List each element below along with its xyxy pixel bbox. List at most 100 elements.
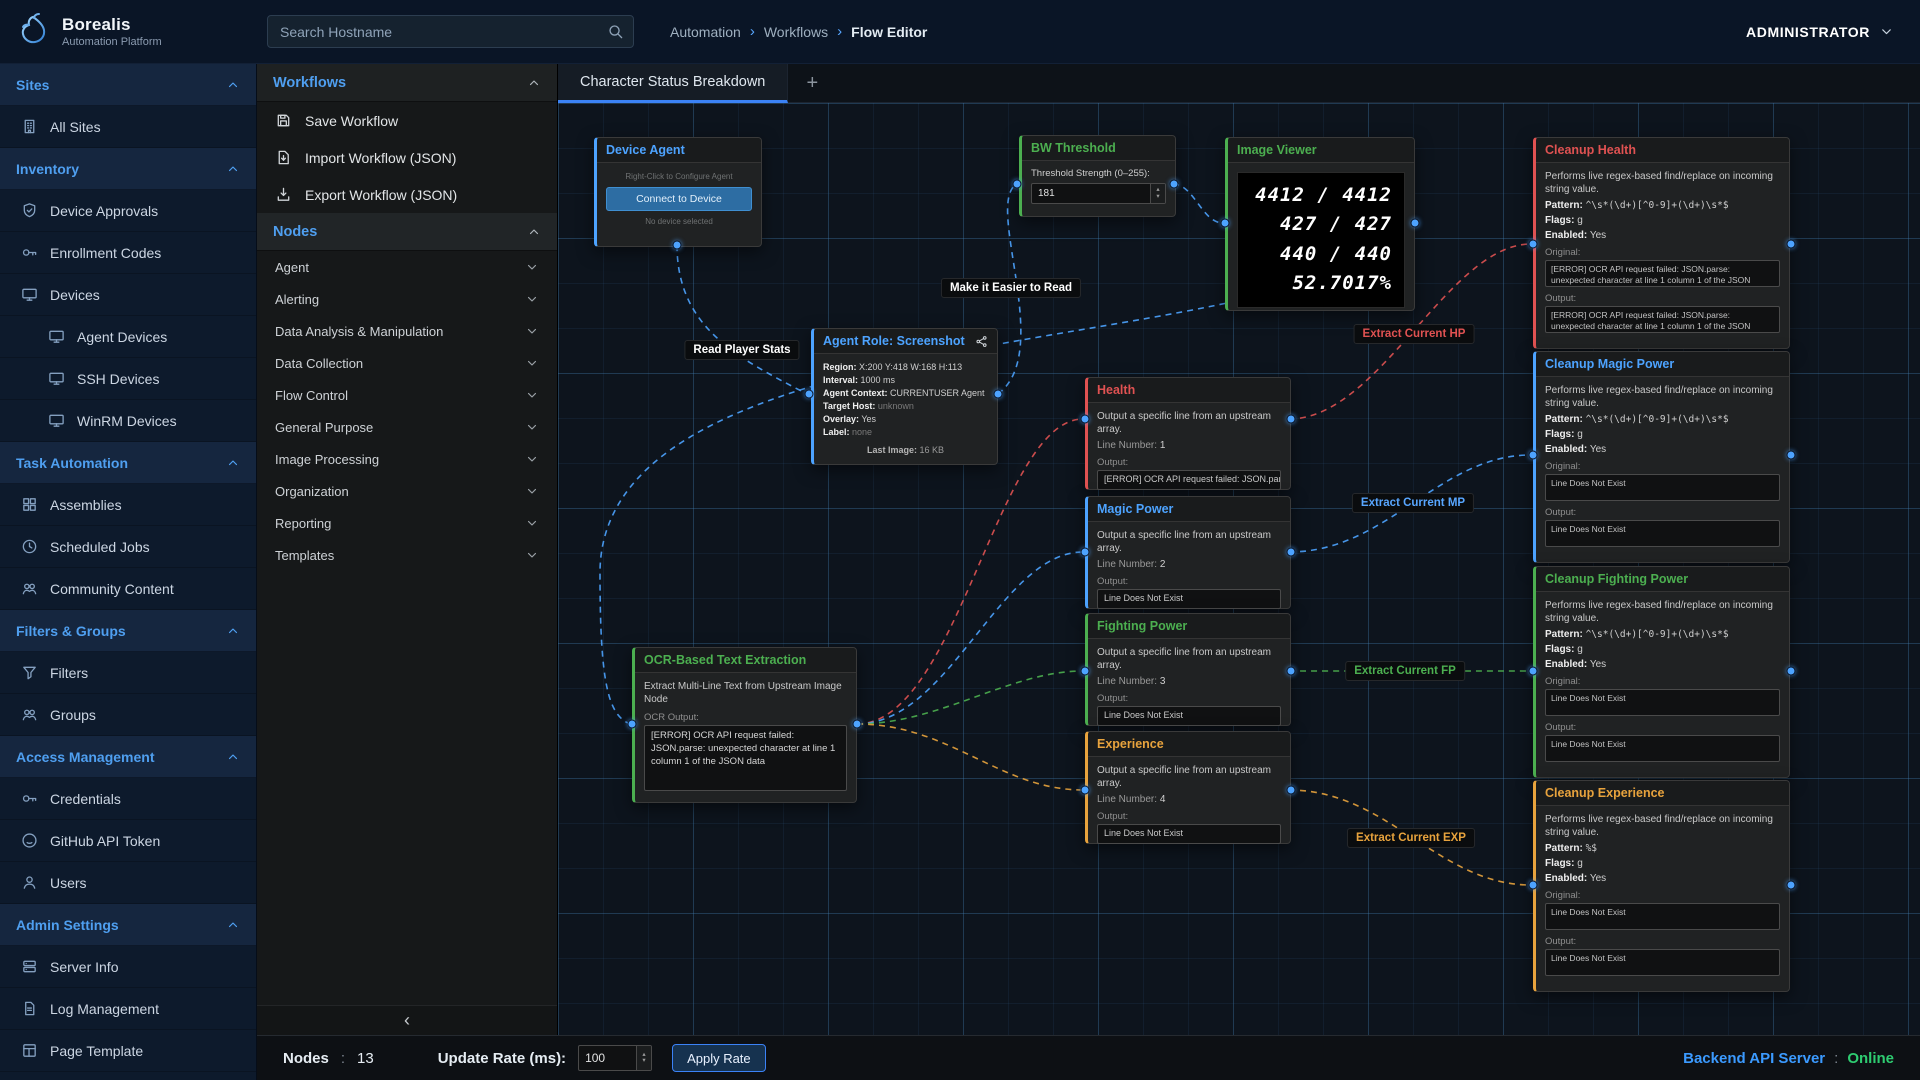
sidebar-item-community-content[interactable]: Community Content bbox=[0, 568, 256, 610]
node-header[interactable]: Health bbox=[1088, 378, 1290, 403]
search-input[interactable] bbox=[267, 15, 634, 48]
node-header[interactable]: Cleanup Health bbox=[1536, 138, 1789, 163]
port-health-in[interactable] bbox=[1081, 415, 1090, 424]
user-menu[interactable]: ADMINISTRATOR bbox=[1746, 24, 1894, 40]
node-header[interactable]: Magic Power bbox=[1088, 497, 1290, 522]
port-cleanup-experience-in[interactable] bbox=[1529, 881, 1538, 890]
node-category-alerting[interactable]: Alerting bbox=[257, 283, 557, 315]
port-fighting-power-in[interactable] bbox=[1081, 667, 1090, 676]
node-experience[interactable]: Experience Output a specific line from a… bbox=[1085, 731, 1291, 844]
node-fighting-power[interactable]: Fighting Power Output a specific line fr… bbox=[1085, 613, 1291, 726]
search-icon[interactable] bbox=[607, 23, 624, 40]
output-field[interactable]: [ERROR] OCR API request failed: JSON.par… bbox=[1097, 470, 1281, 490]
sidebar-section-sites[interactable]: Sites bbox=[0, 64, 256, 106]
port-cleanup-fighting-in[interactable] bbox=[1529, 667, 1538, 676]
workflows-section-header[interactable]: Workflows bbox=[257, 64, 557, 102]
breadcrumb-automation[interactable]: Automation bbox=[670, 24, 741, 40]
original-textarea[interactable]: Line Does Not Exist bbox=[1545, 903, 1780, 930]
node-cleanup-fighting-power[interactable]: Cleanup Fighting Power Performs live reg… bbox=[1533, 566, 1790, 778]
port-cleanup-health-out[interactable] bbox=[1787, 240, 1796, 249]
port-experience-in[interactable] bbox=[1081, 786, 1090, 795]
node-header[interactable]: Experience bbox=[1088, 732, 1290, 757]
node-ocr-text-extraction[interactable]: OCR-Based Text Extraction Extract Multi-… bbox=[632, 647, 857, 803]
port-health-out[interactable] bbox=[1287, 415, 1296, 424]
node-magic-power[interactable]: Magic Power Output a specific line from … bbox=[1085, 496, 1291, 609]
port-bw-threshold-in[interactable] bbox=[1013, 180, 1022, 189]
node-header[interactable]: Cleanup Experience bbox=[1536, 781, 1789, 806]
spinner[interactable]: ▴▾ bbox=[1150, 184, 1165, 203]
node-health[interactable]: Health Output a specific line from an up… bbox=[1085, 377, 1291, 490]
breadcrumb-workflows[interactable]: Workflows bbox=[764, 24, 828, 40]
node-category-image-processing[interactable]: Image Processing bbox=[257, 443, 557, 475]
port-cleanup-magic-out[interactable] bbox=[1787, 451, 1796, 460]
sidebar-item-all-sites[interactable]: All Sites bbox=[0, 106, 256, 148]
sidebar-item-groups[interactable]: Groups bbox=[0, 694, 256, 736]
search-box[interactable] bbox=[267, 15, 634, 48]
sidebar-item-enrollment-codes[interactable]: Enrollment Codes bbox=[0, 232, 256, 274]
node-bw-threshold[interactable]: BW Threshold Threshold Strength (0–255):… bbox=[1019, 135, 1176, 217]
node-cleanup-magic-power[interactable]: Cleanup Magic Power Performs live regex-… bbox=[1533, 351, 1790, 563]
spinner-down-icon[interactable]: ▾ bbox=[1156, 194, 1159, 201]
node-header[interactable]: Cleanup Fighting Power bbox=[1536, 567, 1789, 592]
port-screenshot-out[interactable] bbox=[994, 390, 1003, 399]
port-image-viewer-in[interactable] bbox=[1221, 219, 1230, 228]
port-device-agent-out[interactable] bbox=[673, 241, 682, 250]
node-header[interactable]: OCR-Based Text Extraction bbox=[635, 648, 856, 673]
port-cleanup-magic-in[interactable] bbox=[1529, 451, 1538, 460]
share-icon[interactable] bbox=[975, 335, 988, 348]
node-category-organization[interactable]: Organization bbox=[257, 475, 557, 507]
tab-character-status-breakdown[interactable]: Character Status Breakdown bbox=[558, 64, 788, 103]
sidebar-item-assemblies[interactable]: Assemblies bbox=[0, 484, 256, 526]
apply-rate-button[interactable]: Apply Rate bbox=[672, 1044, 766, 1072]
sidebar-item-devices[interactable]: Devices bbox=[0, 274, 256, 316]
node-cleanup-health[interactable]: Cleanup Health Performs live regex-based… bbox=[1533, 137, 1790, 349]
node-category-general-purpose[interactable]: General Purpose bbox=[257, 411, 557, 443]
output-field[interactable]: Line Does Not Exist bbox=[1097, 824, 1281, 844]
node-device-agent[interactable]: Device Agent Right-Click to Configure Ag… bbox=[594, 137, 762, 247]
sidebar-item-agent-devices[interactable]: Agent Devices bbox=[0, 316, 256, 358]
threshold-value-input[interactable] bbox=[1032, 184, 1150, 203]
output-textarea[interactable]: Line Does Not Exist bbox=[1545, 735, 1780, 762]
node-header[interactable]: Cleanup Magic Power bbox=[1536, 352, 1789, 377]
node-cleanup-experience[interactable]: Cleanup Experience Performs live regex-b… bbox=[1533, 780, 1790, 992]
output-textarea[interactable]: Line Does Not Exist bbox=[1545, 949, 1780, 976]
output-textarea[interactable]: [ERROR] OCR API request failed: JSON.par… bbox=[1545, 306, 1780, 333]
original-textarea[interactable]: Line Does Not Exist bbox=[1545, 689, 1780, 716]
threshold-input[interactable]: ▴▾ bbox=[1031, 183, 1166, 204]
update-rate-input[interactable]: ▴▾ bbox=[578, 1045, 652, 1071]
port-magic-power-in[interactable] bbox=[1081, 548, 1090, 557]
node-header[interactable]: Device Agent bbox=[597, 138, 761, 163]
connect-to-device-button[interactable]: Connect to Device bbox=[606, 187, 752, 211]
output-textarea[interactable]: Line Does Not Exist bbox=[1545, 520, 1780, 547]
node-header[interactable]: Agent Role: Screenshot bbox=[814, 329, 997, 354]
node-header[interactable]: Image Viewer bbox=[1228, 138, 1414, 163]
import-workflow-button[interactable]: Import Workflow (JSON) bbox=[257, 139, 557, 176]
port-cleanup-health-in[interactable] bbox=[1529, 240, 1538, 249]
update-rate-value-input[interactable] bbox=[579, 1046, 636, 1070]
node-category-reporting[interactable]: Reporting bbox=[257, 507, 557, 539]
original-textarea[interactable]: [ERROR] OCR API request failed: JSON.par… bbox=[1545, 260, 1780, 287]
port-screenshot-in[interactable] bbox=[805, 390, 814, 399]
sidebar-item-users[interactable]: Users bbox=[0, 862, 256, 904]
sidebar-item-filters[interactable]: Filters bbox=[0, 652, 256, 694]
export-workflow-button[interactable]: Export Workflow (JSON) bbox=[257, 176, 557, 213]
node-image-viewer[interactable]: Image Viewer 4412 / 4412 427 / 427 440 /… bbox=[1225, 137, 1415, 311]
sidebar-item-ssh-devices[interactable]: SSH Devices bbox=[0, 358, 256, 400]
sidebar-item-device-approvals[interactable]: Device Approvals bbox=[0, 190, 256, 232]
port-ocr-out[interactable] bbox=[853, 720, 862, 729]
sidebar-item-page-template[interactable]: Page Template bbox=[0, 1030, 256, 1072]
original-textarea[interactable]: Line Does Not Exist bbox=[1545, 474, 1780, 501]
port-ocr-in[interactable] bbox=[628, 720, 637, 729]
sidebar-item-scheduled-jobs[interactable]: Scheduled Jobs bbox=[0, 526, 256, 568]
port-cleanup-experience-out[interactable] bbox=[1787, 881, 1796, 890]
sidebar-section-access-management[interactable]: Access Management bbox=[0, 736, 256, 778]
node-header[interactable]: BW Threshold bbox=[1022, 136, 1175, 161]
node-agent-role-screenshot[interactable]: Agent Role: Screenshot Region: X:200 Y:4… bbox=[811, 328, 998, 465]
node-category-data-analysis[interactable]: Data Analysis & Manipulation bbox=[257, 315, 557, 347]
sidebar-item-server-info[interactable]: Server Info bbox=[0, 946, 256, 988]
collapse-panel-button[interactable]: ‹ bbox=[257, 1005, 557, 1035]
flow-canvas[interactable]: Read Player Stats Make it Easier to Read… bbox=[558, 103, 1920, 1035]
node-category-flow-control[interactable]: Flow Control bbox=[257, 379, 557, 411]
node-category-templates[interactable]: Templates bbox=[257, 539, 557, 571]
output-field[interactable]: Line Does Not Exist bbox=[1097, 706, 1281, 726]
